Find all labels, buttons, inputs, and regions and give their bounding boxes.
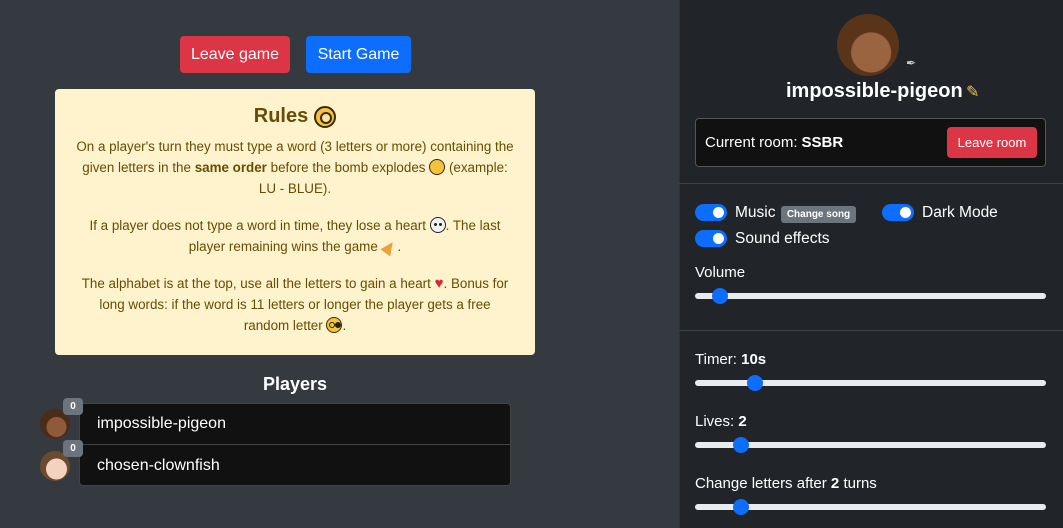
nerd-face-icon <box>326 317 343 333</box>
current-room-box: Current room: SSBR Leave room <box>695 118 1046 167</box>
shocked-face-icon <box>429 159 446 175</box>
player-row: impossible-pigeon <box>80 404 510 445</box>
monocle-face-icon <box>314 105 337 128</box>
rules-title: Rules <box>253 105 309 127</box>
volume-label: Volume <box>695 264 746 281</box>
music-label: Music <box>735 204 776 221</box>
room-code: SSBR <box>801 134 844 151</box>
divider <box>679 330 1063 331</box>
party-popper-icon <box>382 238 398 254</box>
player-score-badge: 0 <box>63 440 83 457</box>
lives-slider[interactable] <box>695 437 1046 453</box>
player-name: impossible-pigeon <box>97 415 226 432</box>
music-toggle[interactable] <box>695 204 727 221</box>
dark-mode-toggle[interactable] <box>882 204 914 221</box>
edit-avatar-icon[interactable]: ✒ <box>906 56 920 70</box>
divider <box>679 183 1063 184</box>
rules-paragraph-1: On a player's turn they must type a word… <box>76 139 514 196</box>
timer-label: Timer: 10s <box>695 351 767 368</box>
sound-effects-label: Sound effects <box>735 230 830 247</box>
rules-heading: Rules <box>75 105 515 128</box>
heart-icon: ♥ <box>434 275 444 292</box>
rules-paragraph-3: The alphabet is at the top, use all the … <box>81 275 509 333</box>
sound-effects-toggle[interactable] <box>695 230 727 247</box>
rules-panel: Rules On a player's turn they must type … <box>55 89 535 355</box>
player-name: chosen-clownfish <box>97 456 220 474</box>
rules-paragraph-2: If a player does not type a word in time… <box>89 217 501 254</box>
start-game-button[interactable]: Start Game <box>306 36 411 73</box>
change-letters-slider[interactable] <box>695 499 1046 515</box>
change-letters-slider-thumb[interactable] <box>732 499 749 515</box>
edit-name-icon[interactable]: ✎ <box>966 82 979 102</box>
change-letters-label: Change letters after 2 turns <box>695 475 877 492</box>
change-song-button[interactable]: Change song <box>781 206 856 223</box>
player-list: impossible-pigeon chosen-clownfish <box>79 403 511 486</box>
game-area: Leave game Start Game Rules On a player'… <box>0 0 679 528</box>
lives-label: Lives: 2 <box>695 413 747 430</box>
room-label: Current room: <box>705 134 798 151</box>
volume-slider[interactable] <box>695 288 1046 304</box>
timer-slider-thumb[interactable] <box>746 375 763 391</box>
skull-icon <box>429 217 446 233</box>
user-avatar[interactable] <box>837 14 899 76</box>
volume-slider-thumb[interactable] <box>711 288 728 304</box>
leave-room-button[interactable]: Leave room <box>947 127 1037 158</box>
lives-slider-thumb[interactable] <box>732 437 749 453</box>
username: impossible-pigeon <box>786 80 963 102</box>
players-title: Players <box>262 374 328 394</box>
timer-slider[interactable] <box>695 375 1046 391</box>
player-score-badge: 0 <box>63 398 83 415</box>
player-row: chosen-clownfish <box>80 445 510 486</box>
leave-game-button[interactable]: Leave game <box>180 36 290 73</box>
dark-mode-label: Dark Mode <box>922 204 998 221</box>
